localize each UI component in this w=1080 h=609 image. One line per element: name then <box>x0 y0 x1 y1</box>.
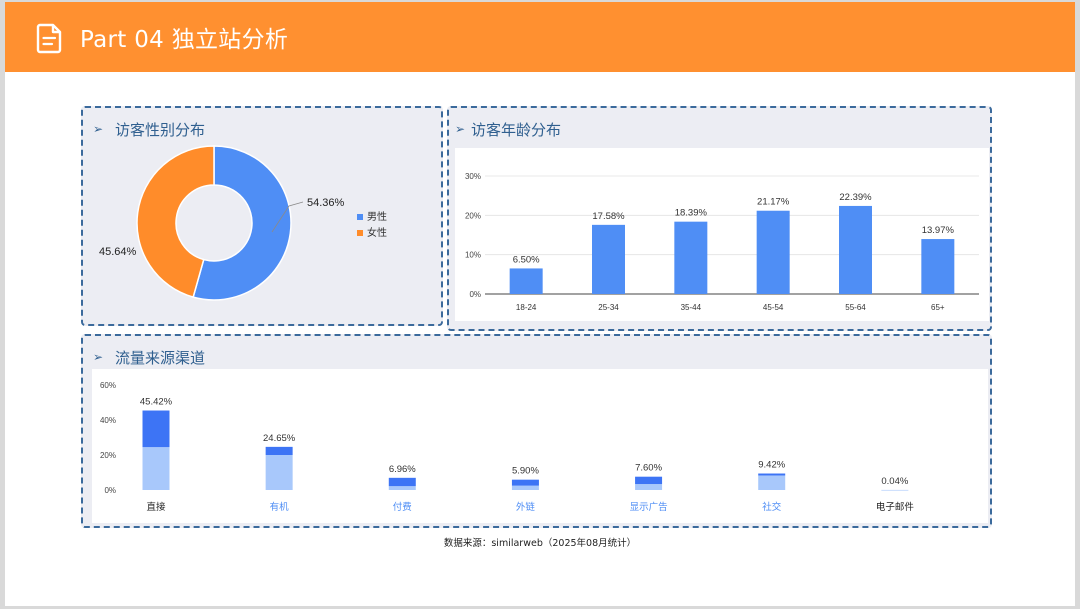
traffic-bar-lower-电子邮件 <box>881 489 909 491</box>
age-bar-45-54 <box>756 210 790 294</box>
chevron-right-icon: ➢ <box>455 122 466 136</box>
age-bar-35-44 <box>674 221 708 294</box>
traffic-ytick-3: 60% <box>100 381 116 390</box>
legend-swatch-1 <box>357 230 363 236</box>
traffic-ytick-0: 0% <box>104 486 116 495</box>
age-data-label-55-64: 22.39% <box>839 192 872 203</box>
traffic-bar-upper-付费 <box>388 477 416 487</box>
age-ytick-0: 0% <box>469 290 481 299</box>
traffic-stacked-bar-chart: 0% 20% 40% 60% 45.42% 直接 24.65% 有机 6.96% 付费 5.90% 外… <box>100 381 915 513</box>
traffic-bar-upper-社交 <box>758 473 786 476</box>
legend-swatch-0 <box>357 214 363 220</box>
traffic-ytick-1: 20% <box>100 451 116 460</box>
traffic-bar-lower-付费 <box>388 486 416 490</box>
traffic-panel-title: 流量来源渠道 <box>115 349 206 367</box>
age-ytick-2: 20% <box>465 211 481 220</box>
legend-label-1: 女性 <box>367 226 387 239</box>
age-bar-55-64 <box>839 205 872 294</box>
gender-panel: ➢ 访客性别分布 54.36% 45.64% 男性 女性 <box>81 106 443 326</box>
traffic-data-label-社交: 9.42% <box>758 460 785 471</box>
legend-label-0: 男性 <box>367 210 387 223</box>
traffic-bar-lower-有机 <box>265 455 293 490</box>
traffic-data-label-电子邮件: 0.04% <box>881 476 908 487</box>
traffic-xtick-直接: 直接 <box>146 501 166 513</box>
traffic-bar-lower-社交 <box>758 475 786 490</box>
traffic-xtick-有机: 有机 <box>270 501 290 513</box>
slice-label-male: 54.36% <box>307 197 345 209</box>
traffic-data-label-外链: 5.90% <box>512 466 539 477</box>
age-chart-area: 0% 10% 20% 30% 6.50% 18-24 17.58% 25-34 18.39% 35… <box>455 148 989 321</box>
age-data-label-25-34: 17.58% <box>592 211 625 222</box>
age-ytick-3: 30% <box>465 172 481 181</box>
traffic-data-label-显示广告: 7.60% <box>635 463 662 474</box>
age-panel: ➢ 访客年龄分布 0% 10% 20% 30% 6.50% 18-24 17.58% 25-3… <box>447 106 992 331</box>
age-panel-title: 访客年龄分布 <box>471 121 562 139</box>
traffic-xtick-社交: 社交 <box>762 501 782 513</box>
slide: Part 04 独立站分析 ➢ 访客性别分布 54.36% 45.64% 男性 女性 … <box>5 2 1075 606</box>
chevron-right-icon: ➢ <box>93 350 104 364</box>
age-data-label-35-44: 18.39% <box>675 208 708 219</box>
age-data-label-45-54: 21.17% <box>757 197 790 208</box>
page-title: Part 04 独立站分析 <box>80 27 289 53</box>
traffic-bar-lower-直接 <box>142 447 170 490</box>
age-bar-18-24 <box>509 268 543 294</box>
header-bar: Part 04 独立站分析 <box>5 2 1075 72</box>
traffic-panel: ➢ 流量来源渠道 0% 20% 40% 60% 45.42% 直接 24.65% 有机 6.96… <box>81 334 992 528</box>
age-xtick-35-44: 35-44 <box>681 303 702 312</box>
document-icon <box>36 23 62 54</box>
traffic-data-label-有机: 24.65% <box>263 433 296 444</box>
gender-donut-chart: 54.36% 45.64% 男性女性 <box>99 145 387 301</box>
age-xtick-18-24: 18-24 <box>516 303 537 312</box>
traffic-xtick-付费: 付费 <box>393 501 412 513</box>
traffic-xtick-显示广告: 显示广告 <box>630 501 668 513</box>
traffic-data-label-直接: 45.42% <box>140 397 173 408</box>
traffic-data-label-付费: 6.96% <box>389 464 416 475</box>
age-data-label-18-24: 6.50% <box>513 254 540 265</box>
age-xtick-25-34: 25-34 <box>598 303 619 312</box>
slice-label-female: 45.64% <box>99 246 137 258</box>
age-xtick-65+: 65+ <box>931 303 945 312</box>
traffic-chart-area: 0% 20% 40% 60% 45.42% 直接 24.65% 有机 6.96% 付费 5.90% 外… <box>92 369 988 523</box>
traffic-bar-upper-外链 <box>511 479 539 486</box>
traffic-bar-lower-外链 <box>511 485 539 490</box>
traffic-ytick-2: 40% <box>100 416 116 425</box>
traffic-bar-lower-显示广告 <box>635 484 663 490</box>
traffic-bar-upper-显示广告 <box>635 476 663 485</box>
age-bar-65+ <box>921 239 955 294</box>
traffic-xtick-电子邮件: 电子邮件 <box>876 501 915 513</box>
age-ytick-1: 10% <box>465 251 481 260</box>
traffic-bar-upper-有机 <box>265 446 293 455</box>
age-bar-chart: 0% 10% 20% 30% 6.50% 18-24 17.58% 25-34 18.39% 35… <box>465 172 979 312</box>
age-xtick-45-54: 45-54 <box>763 303 784 312</box>
age-data-label-65+: 13.97% <box>922 225 955 236</box>
traffic-xtick-外链: 外链 <box>516 501 536 513</box>
age-xtick-55-64: 55-64 <box>845 303 866 312</box>
data-source-note: 数据来源：similarweb（2025年08月统计） <box>443 538 637 549</box>
traffic-bar-upper-直接 <box>142 410 170 448</box>
age-bar-25-34 <box>592 224 625 294</box>
